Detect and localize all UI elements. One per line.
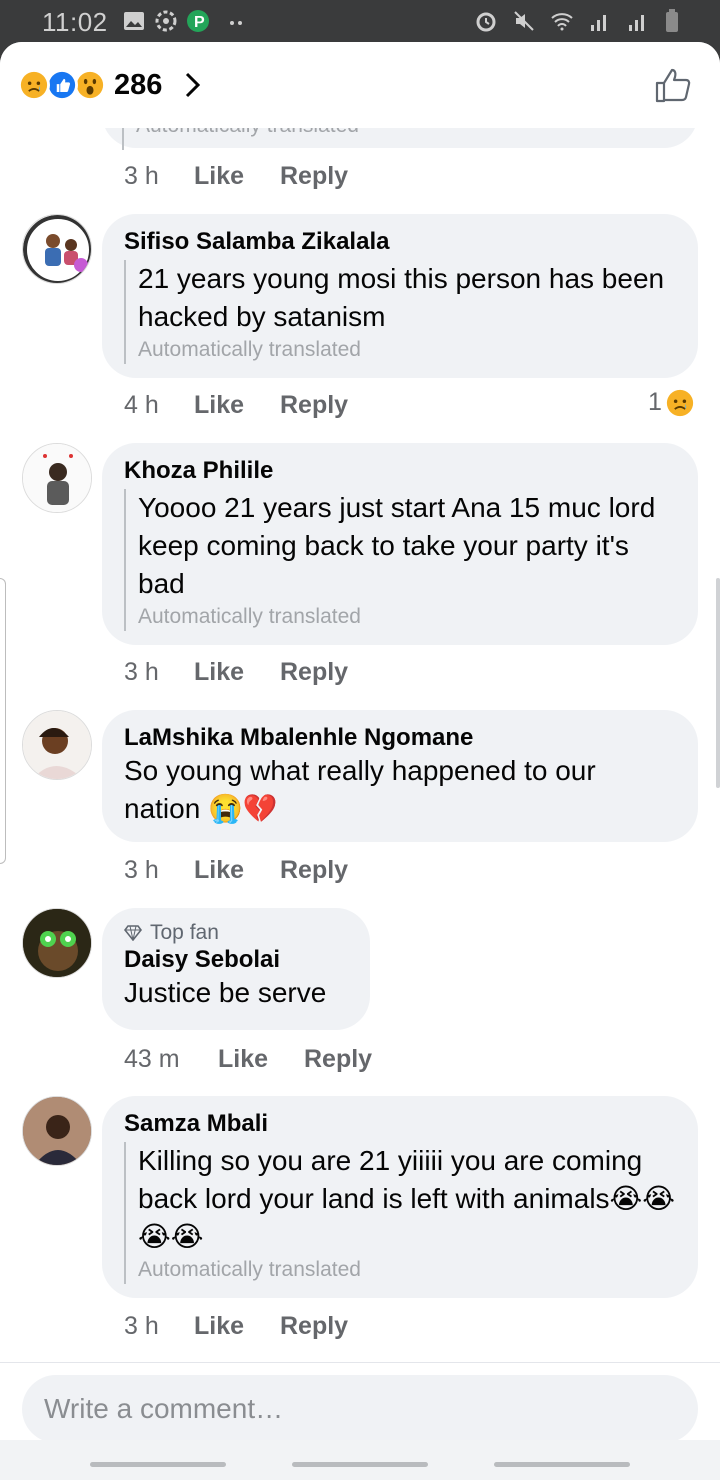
system-nav-bar	[0, 1440, 720, 1480]
comment-time: 43 m	[124, 1045, 180, 1073]
comment-text: Justice be serve	[124, 977, 327, 1008]
reply-button[interactable]: Reply	[280, 658, 348, 687]
signal-icon-2	[629, 15, 644, 31]
edge-panel-handle[interactable]	[0, 578, 6, 864]
comment-actions: 3 h Like Reply	[124, 162, 348, 191]
signal-icon	[591, 15, 606, 31]
svg-text:P: P	[194, 14, 205, 31]
translated-label[interactable]: Automatically translated	[138, 1256, 676, 1284]
top-fan-badge: Top fan	[124, 920, 348, 946]
comment-author[interactable]: Daisy Sebolai	[124, 946, 348, 974]
app-notification-icon: P	[187, 10, 209, 32]
gallery-icon	[124, 12, 144, 30]
recents-button[interactable]	[90, 1462, 226, 1467]
comment-bubble: Samza Mbali Killing so you are 21 yiiiii…	[102, 1096, 698, 1298]
sad-react-icon	[666, 389, 694, 416]
comment-author[interactable]: Samza Mbali	[124, 1110, 676, 1138]
like-button[interactable]: Like	[194, 658, 280, 687]
wifi-icon	[551, 13, 573, 31]
avatar[interactable]	[22, 214, 92, 284]
comment-reactions[interactable]: 1	[648, 388, 694, 417]
diamond-icon	[124, 925, 142, 941]
avatar-image	[23, 711, 91, 779]
reply-button[interactable]: Reply	[280, 1312, 348, 1341]
reply-button[interactable]: Reply	[280, 162, 348, 191]
comment-time: 3 h	[124, 1312, 159, 1340]
avatar[interactable]	[22, 908, 92, 978]
comments-list: Automatically translated 3 h Like Reply …	[0, 42, 720, 1362]
translated-label[interactable]: Automatically translated	[138, 336, 676, 364]
comment-time: 3 h	[124, 856, 159, 884]
comment-bubble: Top fan Daisy Sebolai Justice be serve	[102, 908, 370, 1030]
chevron-right-icon[interactable]	[184, 72, 202, 98]
settings-gear-icon	[155, 10, 177, 32]
reactions-header: 286	[0, 42, 720, 128]
like-button[interactable]: Like	[194, 1312, 280, 1341]
comment-author[interactable]: Khoza Philile	[124, 457, 676, 485]
avatar-image	[23, 444, 91, 512]
comment-bubble: Khoza Philile Yoooo 21 years just start …	[102, 443, 698, 645]
comment-time: 3 h	[124, 658, 159, 686]
top-fan-label: Top fan	[150, 921, 219, 944]
reply-button[interactable]: Reply	[280, 856, 348, 885]
reactions-summary[interactable]: 286	[18, 68, 202, 102]
translated-label[interactable]: Automatically translated	[138, 603, 676, 631]
comment-actions: 3 h Like Reply	[124, 658, 348, 687]
avatar-image	[23, 909, 91, 977]
more-dots-icon	[230, 21, 242, 25]
scrollbar[interactable]	[716, 578, 720, 788]
reaction-count: 286	[114, 68, 163, 101]
status-bar: 11:02 P	[0, 0, 720, 44]
home-button[interactable]	[292, 1462, 428, 1467]
comment-author[interactable]: Sifiso Salamba Zikalala	[124, 228, 676, 256]
comment-text: 21 years young mosi this person has been…	[138, 263, 665, 332]
wow-react-icon	[74, 69, 106, 101]
like-outline-icon[interactable]	[654, 66, 692, 104]
avatar-image	[23, 215, 91, 283]
comment-actions: 43 m Like Reply	[124, 1045, 372, 1074]
back-button[interactable]	[494, 1462, 630, 1467]
like-button[interactable]: Like	[194, 162, 280, 191]
comment-reaction-count: 1	[648, 388, 662, 416]
reply-button[interactable]: Reply	[304, 1045, 372, 1074]
reply-button[interactable]: Reply	[280, 391, 348, 420]
like-react-icon	[46, 69, 78, 101]
like-button[interactable]: Like	[194, 856, 280, 885]
battery-icon	[666, 9, 678, 32]
comment-time: 3 h	[124, 162, 159, 190]
comment-time: 4 h	[124, 391, 159, 419]
avatar[interactable]	[22, 710, 92, 780]
comment-text: Killing so you are 21 yiiiii you are com…	[138, 1145, 675, 1252]
avatar[interactable]	[22, 443, 92, 513]
comment-actions: 3 h Like Reply	[124, 1312, 348, 1341]
comments-sheet: 286 Automatically translated 3 h Like Re…	[0, 42, 720, 1480]
comment-actions: 4 h Like Reply	[124, 391, 348, 420]
sad-react-icon	[18, 69, 50, 101]
comment-input[interactable]	[22, 1375, 698, 1443]
comment-bubble: Sifiso Salamba Zikalala 21 years young m…	[102, 214, 698, 378]
avatar[interactable]	[22, 1096, 92, 1166]
translated-label: Automatically translated	[136, 128, 359, 137]
status-time: 11:02	[42, 7, 108, 37]
comment-text: Yoooo 21 years just start Ana 15 muc lor…	[138, 492, 656, 599]
like-button[interactable]: Like	[218, 1045, 304, 1074]
comment-text: So young what really happened to our nat…	[124, 755, 596, 824]
mute-icon	[514, 11, 534, 31]
comment-author[interactable]: LaMshika Mbalenhle Ngomane	[124, 724, 676, 752]
like-button[interactable]: Like	[194, 391, 280, 420]
comment-actions: 3 h Like Reply	[124, 856, 348, 885]
avatar-image	[23, 1097, 91, 1165]
comment-bubble: LaMshika Mbalenhle Ngomane So young what…	[102, 710, 698, 842]
alarm-icon	[476, 12, 496, 32]
